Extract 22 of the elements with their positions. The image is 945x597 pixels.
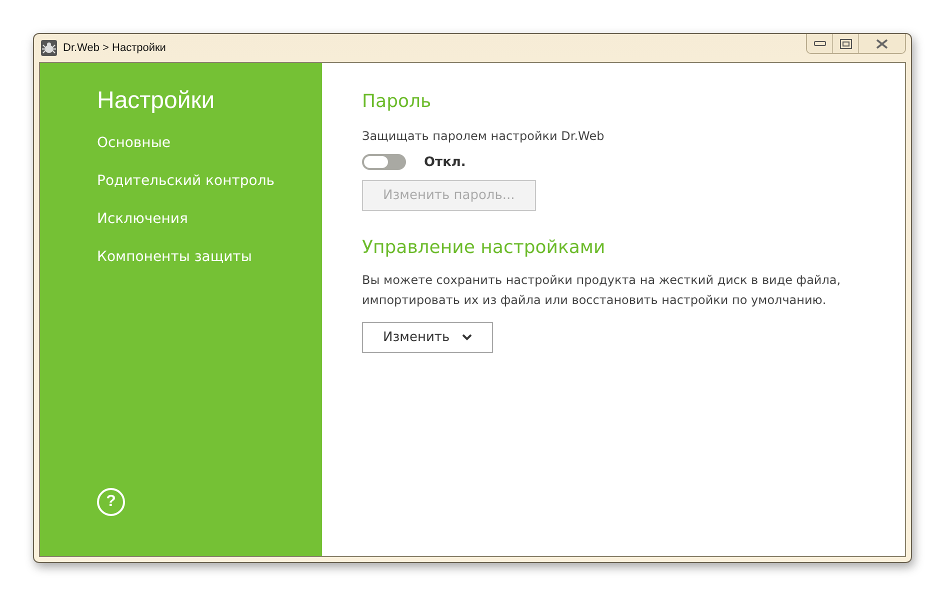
section-description: Защищать паролем настройки Dr.Web	[362, 128, 606, 145]
maximize-button[interactable]	[833, 34, 859, 53]
sidebar-item[interactable]: Основные	[97, 132, 171, 155]
spider-icon	[41, 40, 57, 56]
toggle-switch[interactable]	[362, 154, 406, 170]
minimize-icon	[814, 40, 826, 46]
sidebar-item[interactable]: Исключения	[97, 208, 188, 231]
close-icon	[875, 38, 889, 48]
window-title: Dr.Web > Настройки	[63, 42, 166, 54]
sidebar-item[interactable]: Родительский контроль	[97, 170, 275, 193]
help-button[interactable]: ?	[97, 488, 125, 516]
sidebar-item[interactable]: Компоненты защиты	[97, 246, 252, 269]
chevron-down-icon	[462, 334, 472, 341]
section-heading: Управление настройками	[362, 237, 606, 258]
change-dropdown-button[interactable]: Изменить	[362, 322, 493, 353]
close-button[interactable]	[859, 34, 905, 53]
section-heading: Пароль	[362, 91, 432, 112]
toggle-label: Откл.	[424, 154, 466, 170]
minimize-button[interactable]	[807, 34, 833, 53]
sidebar-title: Настройки	[97, 87, 216, 115]
section-description: Вы можете сохранить настройки продукта на жесткий диск в виде файла, импортировать их из файла или восстановить настройки по умолчанию.	[362, 272, 842, 309]
maximize-icon	[840, 38, 852, 48]
